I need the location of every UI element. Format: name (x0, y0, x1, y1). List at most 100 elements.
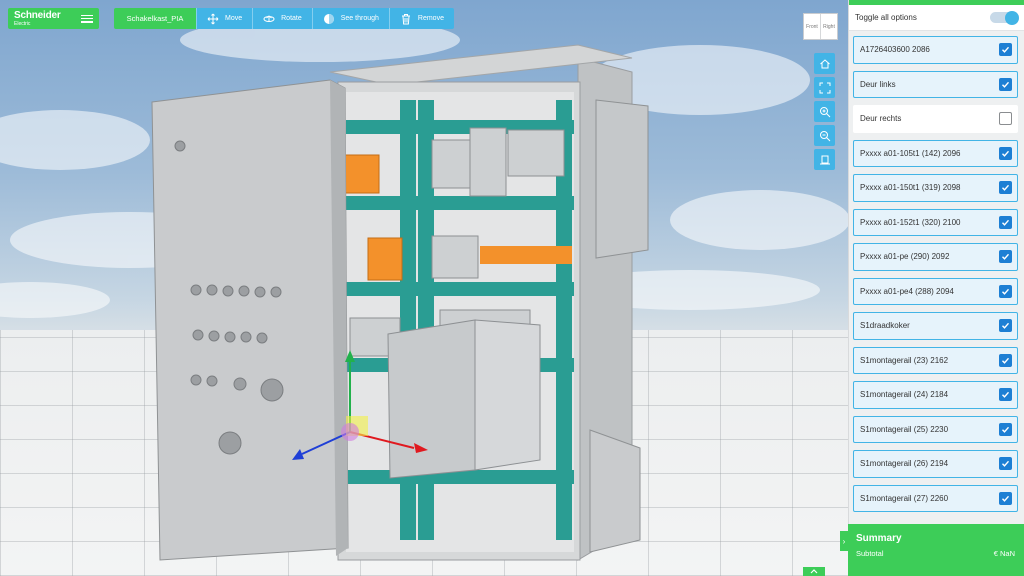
zoom-in-button[interactable] (814, 101, 835, 122)
option-label: S1draadkoker (860, 321, 910, 331)
option-row[interactable]: A1726403600 2086 (853, 36, 1018, 64)
view-tools (814, 53, 835, 170)
rotate-button[interactable]: Rotate (252, 8, 312, 29)
checkmark-icon (1002, 254, 1010, 261)
option-row[interactable]: S1montagerail (25) 2230 (853, 415, 1018, 443)
checkbox-checked[interactable] (999, 388, 1012, 402)
toggle-all-row[interactable]: Toggle all options (849, 5, 1024, 31)
view-cube-front[interactable]: Front (804, 14, 820, 39)
checkbox-checked[interactable] (999, 284, 1012, 298)
option-label: S1montagerail (27) 2260 (860, 493, 949, 503)
summary-bar[interactable]: Summary Subtotal € NaN (848, 524, 1024, 576)
checkbox-checked[interactable] (999, 215, 1012, 229)
see-through-button[interactable]: See through (311, 8, 389, 29)
subtotal-label: Subtotal (856, 549, 884, 558)
checkmark-icon (1002, 288, 1010, 295)
option-label: S1montagerail (24) 2184 (860, 390, 949, 400)
home-view-button[interactable] (814, 53, 835, 74)
option-label: Pxxxx a01-152t1 (320) 2100 (860, 217, 961, 227)
floor-view-icon (819, 155, 830, 164)
checkmark-icon (1002, 323, 1010, 330)
schneider-logo-menu[interactable]: Schneider Electric (8, 8, 99, 29)
cabinet-model[interactable] (0, 0, 848, 576)
checkmark-icon (1002, 461, 1010, 468)
checkbox-checked[interactable] (999, 319, 1012, 333)
remove-button[interactable]: Remove (388, 8, 454, 29)
project-name-button[interactable]: Schakelkast_PIA (114, 8, 196, 29)
checkbox-checked[interactable] (999, 491, 1012, 505)
checkmark-icon (1002, 81, 1010, 88)
checkbox-checked[interactable] (999, 422, 1012, 436)
see-through-label: See through (340, 15, 379, 22)
subtotal-value: € NaN (993, 549, 1015, 558)
chevron-right-icon: › (842, 536, 846, 546)
view-cube[interactable]: Front Right (803, 13, 838, 40)
option-label: S1montagerail (26) 2194 (860, 459, 949, 469)
option-row[interactable]: Deur links (853, 70, 1018, 98)
view-cube-right[interactable]: Right (820, 14, 837, 39)
checkmark-icon (1002, 426, 1010, 433)
option-label: Deur rechts (860, 114, 902, 124)
option-row[interactable]: Pxxxx a01-105t1 (142) 2096 (853, 139, 1018, 167)
checkmark-icon (1002, 47, 1010, 54)
rotate-label: Rotate (281, 15, 302, 22)
option-row[interactable]: Pxxxx a01-152t1 (320) 2100 (853, 208, 1018, 236)
move-icon (207, 13, 219, 24)
fit-view-button[interactable] (814, 77, 835, 98)
option-row[interactable]: Pxxxx a01-150t1 (319) 2098 (853, 174, 1018, 202)
home-icon (819, 58, 830, 68)
chevron-up-icon (810, 569, 818, 574)
option-row[interactable]: Deur rechts (853, 105, 1018, 133)
move-label: Move (225, 15, 243, 22)
collapse-panel-button[interactable]: › (840, 531, 848, 551)
checkmark-icon (1002, 185, 1010, 192)
checkmark-icon (1002, 357, 1010, 364)
brand-sub: Electric (14, 20, 31, 27)
option-row[interactable]: Pxxxx a01-pe (290) 2092 (853, 243, 1018, 271)
option-label: Pxxxx a01-150t1 (319) 2098 (860, 183, 961, 193)
option-label: Pxxxx a01-pe4 (288) 2094 (860, 286, 954, 296)
brand-logo: Schneider Electric (14, 9, 61, 27)
scroll-up-button[interactable] (803, 567, 825, 576)
move-button[interactable]: Move (196, 8, 253, 29)
zoom-in-icon (819, 106, 830, 117)
checkbox-checked[interactable] (999, 77, 1012, 91)
option-row[interactable]: S1montagerail (23) 2162 (853, 346, 1018, 374)
option-label: Deur links (860, 79, 896, 89)
option-row[interactable]: S1montagerail (26) 2194 (853, 450, 1018, 478)
remove-label: Remove (417, 15, 444, 22)
options-panel: Toggle all options A1726403600 2086 Deur … (848, 0, 1024, 576)
floor-view-button[interactable] (814, 149, 835, 170)
checkmark-icon (1002, 495, 1010, 502)
option-label: S1montagerail (25) 2230 (860, 424, 949, 434)
hamburger-menu-icon[interactable] (81, 14, 93, 23)
option-label: A1726403600 2086 (860, 45, 930, 55)
main-toolbar: Schakelkast_PIA Move Rotate See through … (114, 8, 454, 29)
option-label: S1montagerail (23) 2162 (860, 355, 949, 365)
brand-name: Schneider (14, 9, 61, 21)
checkbox-unchecked[interactable] (999, 112, 1012, 126)
option-label: Pxxxx a01-pe (290) 2092 (860, 252, 950, 262)
checkmark-icon (1002, 219, 1010, 226)
toggle-all-switch[interactable] (990, 10, 1019, 25)
checkbox-checked[interactable] (999, 250, 1012, 264)
checkbox-checked[interactable] (999, 43, 1012, 57)
option-row[interactable]: S1montagerail (24) 2184 (853, 381, 1018, 409)
options-list: A1726403600 2086 Deur links Deur rechts Pxx… (849, 31, 1024, 512)
trash-icon (401, 13, 410, 24)
checkmark-icon (1002, 150, 1010, 157)
eye-icon (323, 13, 334, 24)
toggle-all-label: Toggle all options (855, 13, 917, 22)
option-label: Pxxxx a01-105t1 (142) 2096 (860, 148, 961, 158)
option-row[interactable]: S1draadkoker (853, 312, 1018, 340)
checkbox-checked[interactable] (999, 457, 1012, 471)
zoom-out-button[interactable] (814, 125, 835, 146)
3d-viewport[interactable] (0, 0, 848, 576)
checkbox-checked[interactable] (999, 146, 1012, 160)
option-row[interactable]: S1montagerail (27) 2260 (853, 484, 1018, 512)
summary-title: Summary (856, 533, 902, 544)
checkbox-checked[interactable] (999, 353, 1012, 367)
checkbox-checked[interactable] (999, 181, 1012, 195)
fit-view-icon (819, 82, 830, 93)
option-row[interactable]: Pxxxx a01-pe4 (288) 2094 (853, 277, 1018, 305)
